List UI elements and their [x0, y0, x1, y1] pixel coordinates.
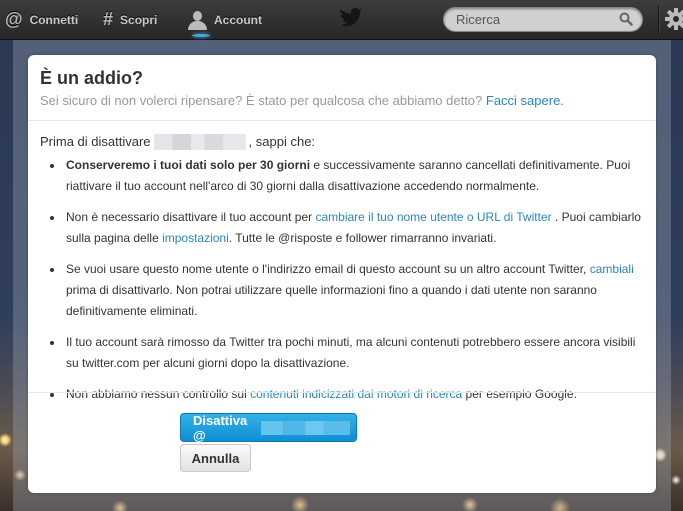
list-item: Conserveremo i tuoi dati solo per 30 gio…	[64, 155, 644, 197]
dialog-header: È un addio? Sei sicuro di non volerci ri…	[28, 55, 656, 121]
nav-account[interactable]: Account	[188, 0, 262, 39]
hashtag-icon: #	[103, 9, 114, 29]
deactivate-account-dialog: È un addio? Sei sicuro di non volerci ri…	[28, 55, 656, 493]
twitter-bird-icon[interactable]	[338, 7, 364, 29]
redacted-username	[260, 420, 350, 435]
nav-connetti[interactable]: @ Connetti	[5, 0, 78, 39]
nav-scopri[interactable]: # Scopri	[103, 0, 157, 39]
at-icon: @	[5, 9, 23, 29]
dialog-body: Prima di disattivare , sappi che: Conser…	[28, 121, 656, 405]
nav-account-label: Account	[214, 12, 262, 27]
search-icon[interactable]	[619, 12, 633, 26]
list-item-text: Non è necessario disattivare il tuo acco…	[66, 210, 316, 224]
gear-icon[interactable]	[665, 8, 683, 30]
redacted-username	[153, 134, 246, 150]
person-icon	[188, 10, 207, 30]
topbar-divider	[658, 6, 660, 34]
retention-notice: Conserveremo i tuoi dati solo per 30 gio…	[66, 158, 311, 172]
list-item-text: prima di disattivarlo. Non potrai utiliz…	[66, 283, 597, 318]
list-item-text: Se vuoi usare questo nome utente o l'ind…	[66, 262, 590, 276]
top-navigation-bar: @ Connetti # Scopri Account	[0, 0, 683, 40]
list-item: Il tuo account sarà rimosso da Twitter t…	[64, 332, 644, 374]
search-engine-content-link[interactable]: contenuti indicizzati dai motori di rice…	[250, 387, 462, 401]
dialog-subtitle: Sei sicuro di non volerci ripensare? È s…	[40, 93, 644, 109]
deactivate-button-label: Disattiva @	[193, 412, 248, 443]
cancel-button[interactable]: Annulla	[180, 444, 251, 472]
search-input[interactable]	[444, 8, 614, 31]
intro-text: Prima di disattivare , sappi che:	[40, 133, 644, 151]
list-item: Non abbiamo nessun controllo sui contenu…	[64, 384, 644, 405]
subtitle-text: Sei sicuro di non volerci ripensare? È s…	[40, 93, 483, 108]
list-item-text: per esempio Google.	[462, 387, 577, 401]
active-indicator	[192, 34, 210, 37]
nav-connetti-label: Connetti	[29, 12, 79, 27]
list-item-text: Non abbiamo nessun controllo sui	[66, 387, 251, 401]
intro-before: Prima di disattivare	[40, 134, 151, 149]
deactivate-button[interactable]: Disattiva @	[180, 412, 357, 443]
dialog-footer: Disattiva @ Annulla	[28, 392, 656, 472]
dialog-title: È un addio?	[40, 68, 143, 88]
list-item-text: Il tuo account sarà rimosso da Twitter t…	[66, 335, 636, 370]
settings-link[interactable]: impostazioni	[162, 231, 229, 245]
search-box	[443, 7, 643, 32]
change-username-link[interactable]: cambiare il tuo nome utente o URL di Twi…	[315, 210, 551, 224]
change-them-link[interactable]: cambiali	[590, 262, 634, 276]
list-item: Se vuoi usare questo nome utente o l'ind…	[64, 259, 644, 322]
list-item: Non è necessario disattivare il tuo acco…	[64, 207, 644, 249]
list-item-text: . Tutte le @risposte e follower rimarran…	[228, 231, 497, 245]
feedback-link[interactable]: Facci sapere.	[486, 93, 564, 108]
nav-scopri-label: Scopri	[120, 12, 158, 27]
info-list: Conserveremo i tuoi dati solo per 30 gio…	[40, 155, 644, 405]
intro-after: , sappi che:	[248, 134, 316, 149]
